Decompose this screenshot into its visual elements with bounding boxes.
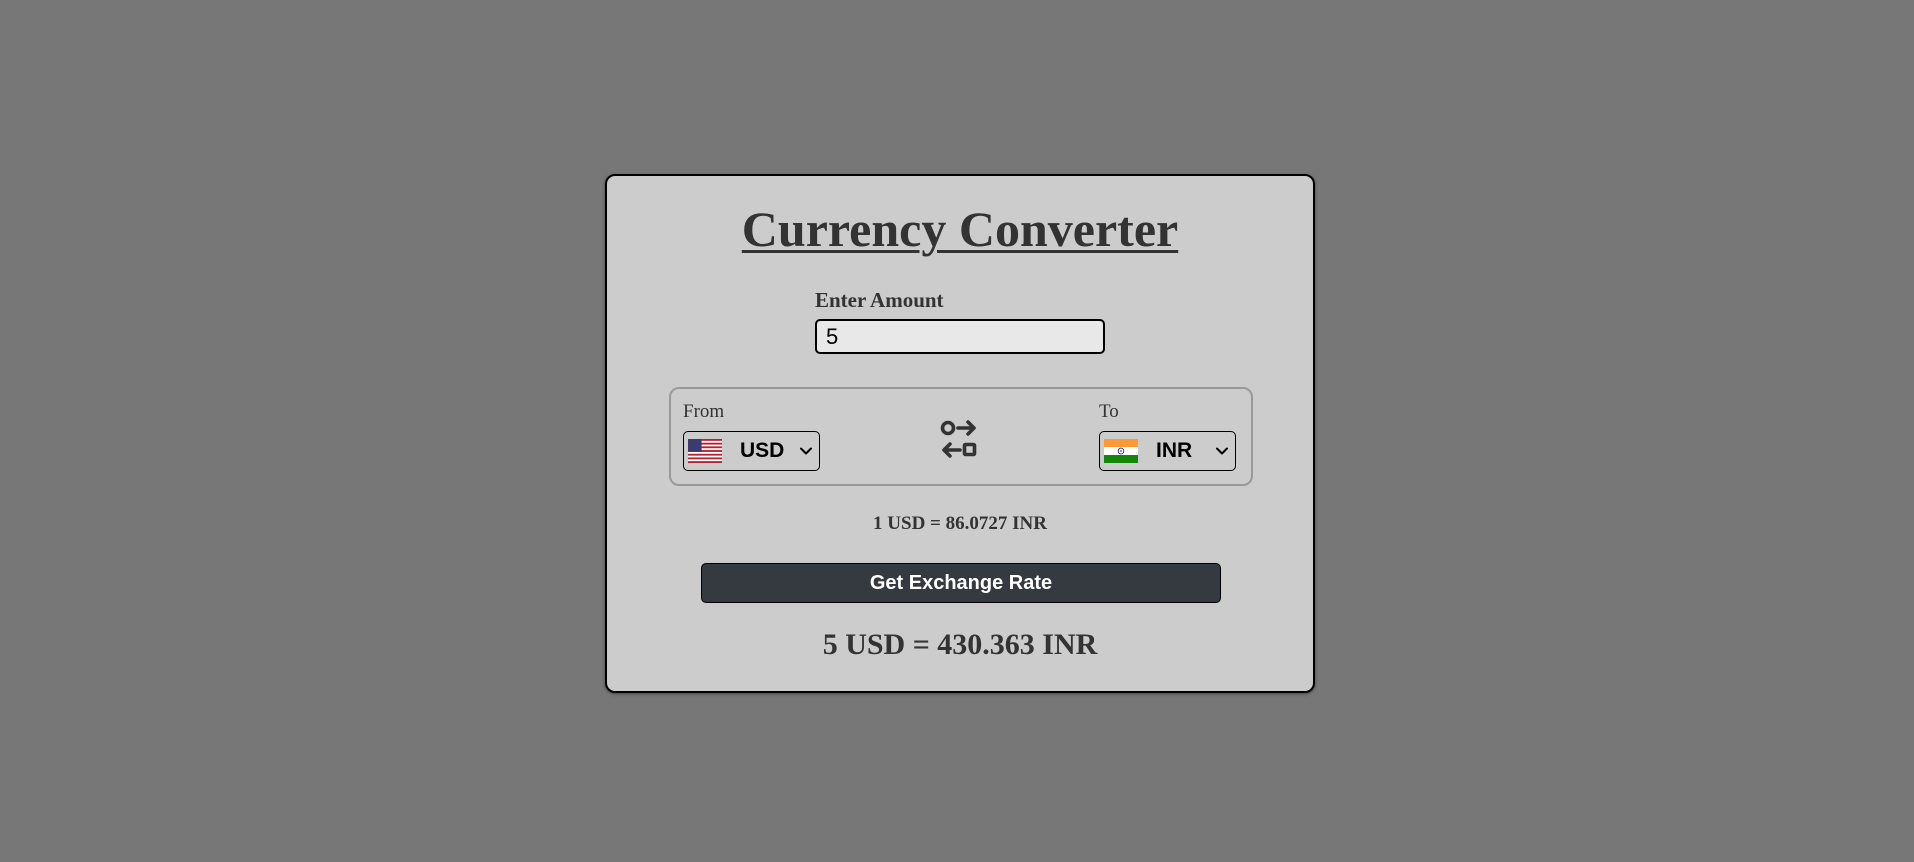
conversion-result: 5 USD = 430.363 INR: [822, 628, 1098, 661]
amount-input[interactable]: [815, 319, 1105, 354]
to-currency-select[interactable]: INR: [1099, 431, 1236, 471]
to-currency-code: INR: [1156, 439, 1193, 462]
currency-selection-box: From USD To INR: [669, 387, 1253, 486]
to-label: To: [1099, 401, 1119, 422]
us-flag-icon: [688, 439, 722, 463]
chevron-down-icon: [1216, 447, 1228, 455]
india-flag-icon: [1104, 439, 1138, 463]
get-exchange-rate-button[interactable]: Get Exchange Rate: [701, 563, 1221, 603]
amount-label: Enter Amount: [815, 288, 944, 312]
exchange-rate-message: 1 USD = 86.0727 INR: [873, 513, 1047, 534]
from-label: From: [683, 401, 725, 422]
page-title: Currency Converter: [741, 201, 1179, 257]
swap-arrows-icon[interactable]: [938, 418, 980, 460]
from-currency-select[interactable]: USD: [683, 431, 820, 471]
converter-card: Currency Converter Enter Amount From USD: [605, 174, 1315, 693]
chevron-down-icon: [800, 447, 812, 455]
from-currency-code: USD: [740, 439, 785, 462]
